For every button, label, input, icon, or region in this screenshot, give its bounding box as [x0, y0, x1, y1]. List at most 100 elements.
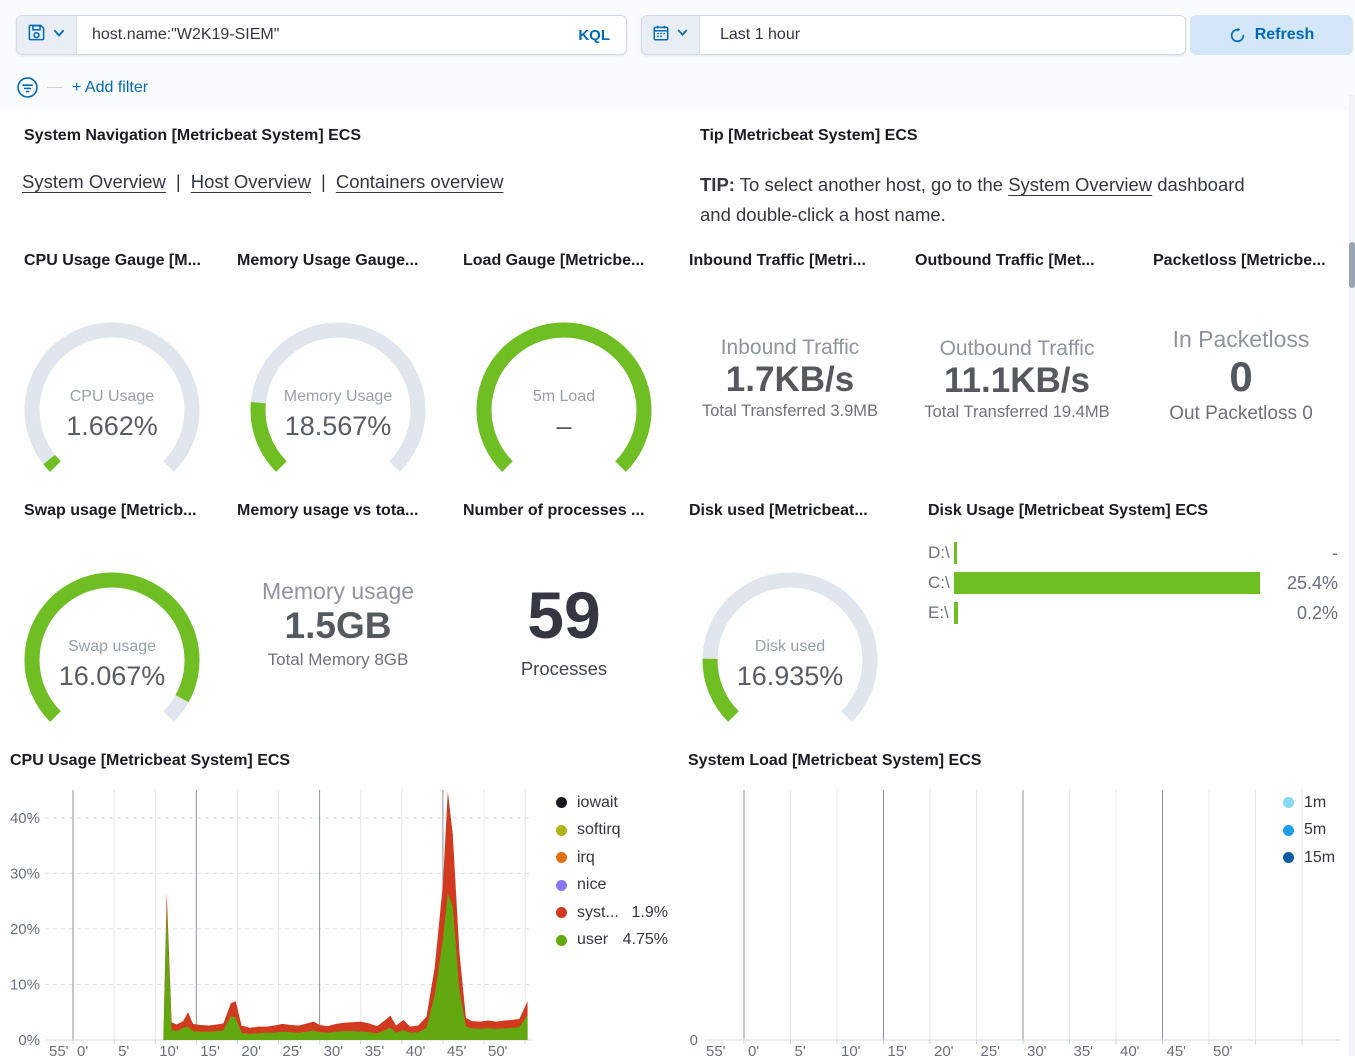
x-axis-label: 10' [841, 1043, 861, 1056]
metric-label: Memory usage [225, 578, 451, 605]
x-axis-label: 5' [795, 1043, 806, 1056]
panel-title-cpu-usage-chart[interactable]: CPU Usage [Metricbeat System] ECS [10, 752, 290, 770]
link-system-overview-tip[interactable]: System Overview [1008, 174, 1152, 195]
processes-metric: 59 Processes [451, 582, 677, 680]
panel-title-disk-usage[interactable]: Disk Usage [Metricbeat System] ECS [928, 502, 1208, 520]
inbound-traffic-metric: Inbound Traffic 1.7KB/s Total Transferre… [677, 336, 903, 421]
legend-item-1m[interactable]: 1m [1283, 789, 1343, 817]
query-input[interactable]: host.name:"W2K19-SIEM" [77, 16, 574, 54]
cpu-usage-gauge: CPU Usage 1.662% [17, 315, 207, 485]
panel-title-processes[interactable]: Number of processes ... [463, 502, 644, 520]
metric-value: 11.1KB/s [904, 361, 1130, 401]
panel-title-packetloss[interactable]: Packetloss [Metricbe... [1153, 252, 1326, 270]
link-system-overview[interactable]: System Overview [22, 171, 166, 192]
disk-row-bar [954, 572, 1260, 594]
legend-dot-icon [556, 935, 567, 946]
refresh-icon [1229, 27, 1246, 44]
tip-text-after: dashboard [1157, 174, 1244, 195]
chevron-down-icon [676, 26, 689, 44]
legend-label: irq [577, 849, 595, 867]
panel-title-cpu-gauge[interactable]: CPU Usage Gauge [M... [24, 252, 201, 270]
legend-item-iowait[interactable]: iowait [556, 789, 668, 817]
metric-label: Inbound Traffic [677, 336, 903, 360]
disk-row-value: 25.4% [1286, 573, 1338, 594]
query-bar: host.name:"W2K19-SIEM" KQL [16, 15, 627, 55]
packetloss-metric: In Packetloss 0 Out Packetloss 0 [1128, 326, 1354, 425]
panel-title-memory-gauge[interactable]: Memory Usage Gauge... [237, 252, 418, 270]
x-axis-label: 0' [77, 1043, 88, 1056]
tip-text-line2: and double-click a host name. [700, 204, 946, 225]
refresh-button[interactable]: Refresh [1190, 15, 1353, 55]
link-separator: | [166, 171, 191, 192]
legend-label: nice [577, 876, 606, 894]
x-axis-label: 20' [241, 1043, 261, 1056]
panel-title-swap-usage[interactable]: Swap usage [Metricb... [24, 502, 196, 520]
y-axis-label: 0% [18, 1032, 40, 1049]
panel-title-memory-vs-total[interactable]: Memory usage vs tota... [237, 502, 418, 520]
metric-value: 1.7KB/s [677, 360, 903, 400]
metric-label: Processes [451, 658, 677, 680]
disk-row-track [954, 542, 1276, 564]
legend-label: 1m [1304, 794, 1326, 812]
panel-title-tip[interactable]: Tip [Metricbeat System] ECS [700, 127, 918, 145]
x-axis-label: 25' [283, 1043, 303, 1056]
cpu-usage-area-chart: 0%10%20%30%40%55'0'5'10'15'20'25'30'35'4… [0, 778, 545, 1056]
y-axis-label: 40% [10, 810, 40, 827]
saved-query-menu-button[interactable] [17, 16, 77, 54]
legend-item-softirq[interactable]: softirq [556, 817, 668, 845]
chevron-down-icon [52, 26, 66, 45]
disk-row-bar [954, 542, 957, 564]
cpu-chart-legend: iowait softirq irq nice syst... 1.9% user4.75% [556, 789, 668, 954]
memory-usage-gauge: Memory Usage 18.567% [243, 315, 433, 485]
legend-dot-icon [556, 907, 567, 918]
x-axis-label: 30' [324, 1043, 344, 1056]
legend-label: 5m [1304, 821, 1326, 839]
legend-value: 1.9% [632, 904, 668, 922]
x-axis-label: 20' [934, 1043, 954, 1056]
panel-title-load-gauge[interactable]: Load Gauge [Metricbe... [463, 252, 644, 270]
link-separator: | [311, 171, 336, 192]
legend-item-user[interactable]: user4.75% [556, 927, 668, 955]
add-filter-button[interactable]: + Add filter [72, 79, 148, 97]
legend-item-system[interactable]: syst... 1.9% [556, 899, 668, 927]
scrollbar-thumb[interactable] [1349, 242, 1355, 288]
x-axis-label: 50' [488, 1043, 508, 1056]
gauge-label: Swap usage [17, 638, 207, 656]
disk-row-bar [954, 602, 958, 624]
gauge-label: Memory Usage [243, 388, 433, 406]
time-range-display[interactable]: Last 1 hour [700, 16, 1185, 54]
panel-title-inbound-traffic[interactable]: Inbound Traffic [Metri... [689, 252, 866, 270]
legend-dot-icon [1283, 825, 1294, 836]
memory-vs-total-metric: Memory usage 1.5GB Total Memory 8GB [225, 578, 451, 670]
disk-used-gauge: Disk used 16.935% [695, 565, 885, 735]
outbound-traffic-metric: Outbound Traffic 11.1KB/s Total Transfer… [904, 337, 1130, 422]
panel-title-disk-used[interactable]: Disk used [Metricbeat... [689, 502, 868, 520]
legend-value: 4.75% [623, 931, 668, 949]
load-gauge: 5m Load – [469, 315, 659, 485]
x-axis-label: 35' [1074, 1043, 1094, 1056]
legend-item-15m[interactable]: 15m [1283, 844, 1343, 872]
disk-row-value: - [1286, 543, 1338, 564]
legend-label: iowait [577, 794, 618, 812]
y-axis-label: 30% [10, 865, 40, 882]
legend-item-5m[interactable]: 5m [1283, 817, 1343, 845]
panel-title-outbound-traffic[interactable]: Outbound Traffic [Met... [915, 252, 1095, 270]
time-picker: Last 1 hour [641, 15, 1186, 55]
x-axis-label: 40' [406, 1043, 426, 1056]
link-containers-overview[interactable]: Containers overview [336, 171, 504, 192]
legend-label: syst... [577, 904, 619, 922]
disk-row-track [954, 602, 1276, 624]
legend-item-nice[interactable]: nice [556, 872, 668, 900]
disk-row-track [954, 572, 1276, 594]
panel-title-system-navigation[interactable]: System Navigation [Metricbeat System] EC… [24, 127, 361, 145]
x-axis-label: 45' [1167, 1043, 1187, 1056]
filter-menu-icon[interactable] [16, 76, 39, 99]
scrollbar-track[interactable] [1349, 95, 1355, 1056]
swap-usage-gauge: Swap usage 16.067% [17, 565, 207, 735]
panel-title-system-load-chart[interactable]: System Load [Metricbeat System] ECS [688, 752, 981, 770]
legend-item-irq[interactable]: irq [556, 844, 668, 872]
date-quick-select-button[interactable] [642, 16, 700, 54]
legend-dot-icon [556, 852, 567, 863]
query-language-badge[interactable]: KQL [574, 27, 614, 44]
link-host-overview[interactable]: Host Overview [191, 171, 311, 192]
